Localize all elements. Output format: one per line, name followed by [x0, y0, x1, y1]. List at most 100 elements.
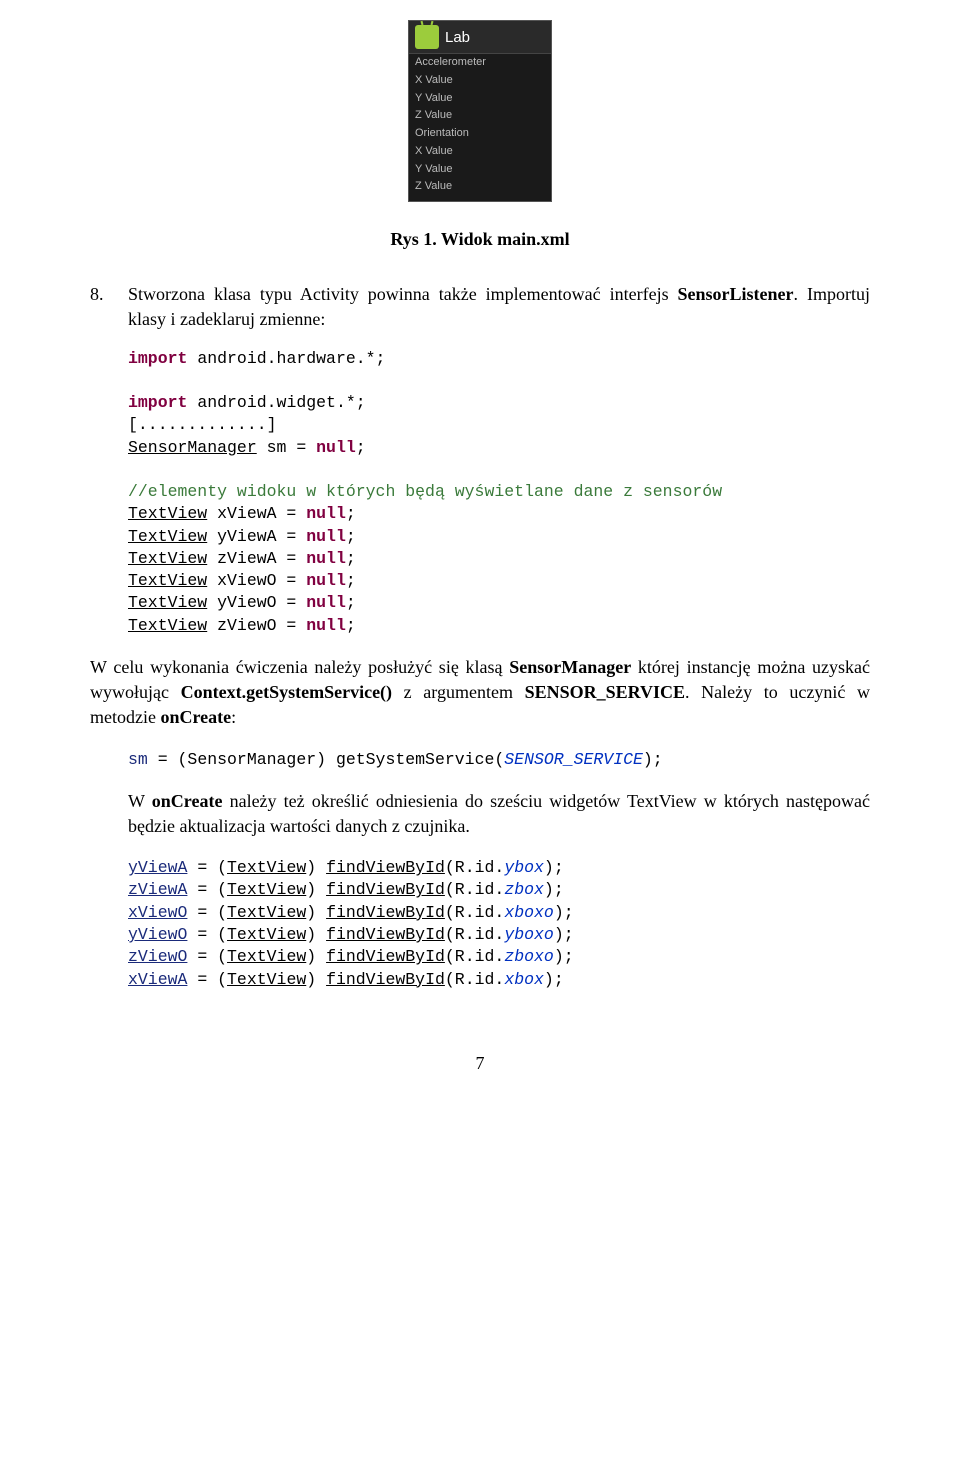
- keyword: null: [306, 504, 346, 523]
- sensor-label: X Value: [409, 143, 551, 161]
- code-text: (R.id.: [445, 925, 504, 944]
- constant-name: SENSOR_SERVICE: [525, 682, 685, 702]
- list-item-8: 8. Stworzona klasa typu Activity powinna…: [90, 282, 870, 332]
- code-block-imports: import android.hardware.*; import androi…: [128, 348, 870, 637]
- code-text: );: [544, 880, 564, 899]
- variable: yViewA: [128, 858, 187, 877]
- code-text: ): [306, 858, 326, 877]
- constant: xboxo: [504, 903, 554, 922]
- code-text: ;: [346, 527, 356, 546]
- code-text: = (: [187, 925, 227, 944]
- phone-titlebar: Lab: [409, 21, 551, 54]
- sensor-label: X Value: [409, 72, 551, 90]
- code-text: zViewO =: [207, 616, 306, 635]
- android-icon: [415, 25, 439, 49]
- sensor-label: Y Value: [409, 90, 551, 108]
- sensor-label: Z Value: [409, 107, 551, 125]
- code-text: ): [306, 925, 326, 944]
- code-text: );: [544, 970, 564, 989]
- type-name: TextView: [128, 527, 207, 546]
- sensor-label: Y Value: [409, 161, 551, 179]
- code-text: );: [544, 858, 564, 877]
- code-text: zViewA =: [207, 549, 306, 568]
- code-text: ): [306, 880, 326, 899]
- code-text: = (: [187, 880, 227, 899]
- code-text: );: [643, 750, 663, 769]
- keyword: null: [306, 549, 346, 568]
- constant: zboxo: [504, 947, 554, 966]
- code-text: android.widget.*;: [187, 393, 365, 412]
- code-text: [.............]: [128, 415, 277, 434]
- method-call: findViewById: [326, 947, 445, 966]
- type-name: SensorManager: [128, 438, 257, 457]
- code-text: (R.id.: [445, 903, 504, 922]
- sensor-label: Accelerometer: [409, 54, 551, 72]
- variable: xViewO: [128, 903, 187, 922]
- variable: zViewO: [128, 947, 187, 966]
- code-text: ;: [346, 504, 356, 523]
- body-text: należy też określić odniesienia do sześc…: [128, 791, 870, 836]
- type-name: TextView: [227, 970, 306, 989]
- method-name: Context.getSystemService(): [181, 682, 392, 702]
- code-text: = (: [187, 903, 227, 922]
- method-call: findViewById: [326, 858, 445, 877]
- keyword: import: [128, 349, 187, 368]
- code-text: yViewO =: [207, 593, 306, 612]
- keyword: import: [128, 393, 187, 412]
- class-name: SensorManager: [509, 657, 631, 677]
- figure-caption: Rys 1. Widok main.xml: [90, 227, 870, 252]
- sensor-label: Orientation: [409, 125, 551, 143]
- code-text: ;: [346, 571, 356, 590]
- constant: zbox: [504, 880, 544, 899]
- app-title: Lab: [445, 27, 470, 48]
- comment: //elementy widoku w których będą wyświet…: [128, 482, 722, 501]
- code-text: = (: [187, 970, 227, 989]
- code-text: = (: [187, 947, 227, 966]
- type-name: TextView: [227, 903, 306, 922]
- code-text: ;: [346, 616, 356, 635]
- item-number: 8.: [90, 282, 128, 332]
- code-text: ): [306, 947, 326, 966]
- code-text: ): [306, 970, 326, 989]
- code-text: ): [306, 903, 326, 922]
- keyword: null: [306, 571, 346, 590]
- phone-frame: Lab Accelerometer X Value Y Value Z Valu…: [408, 20, 552, 202]
- method-name: onCreate: [160, 707, 231, 727]
- type-name: TextView: [227, 880, 306, 899]
- code-text: = (: [187, 858, 227, 877]
- code-text: = (SensorManager) getSystemService(: [148, 750, 504, 769]
- paragraph: W onCreate należy też określić odniesien…: [128, 789, 870, 839]
- code-text: xViewA =: [207, 504, 306, 523]
- body-text: W: [128, 791, 152, 811]
- type-name: TextView: [227, 925, 306, 944]
- code-block-sm: sm = (SensorManager) getSystemService(SE…: [128, 749, 870, 771]
- class-name: SensorListener: [678, 284, 794, 304]
- keyword: null: [306, 616, 346, 635]
- code-text: android.hardware.*;: [187, 349, 385, 368]
- code-text: ;: [346, 593, 356, 612]
- code-text: (R.id.: [445, 880, 504, 899]
- code-text: sm =: [257, 438, 316, 457]
- keyword: null: [306, 593, 346, 612]
- android-screenshot: Lab Accelerometer X Value Y Value Z Valu…: [90, 20, 870, 202]
- code-text: (R.id.: [445, 947, 504, 966]
- method-call: findViewById: [326, 970, 445, 989]
- type-name: TextView: [128, 571, 207, 590]
- code-text: (R.id.: [445, 858, 504, 877]
- body-text: z argumentem: [392, 682, 525, 702]
- code-text: ;: [346, 549, 356, 568]
- type-name: TextView: [227, 858, 306, 877]
- sensor-label: Z Value: [409, 178, 551, 196]
- constant: SENSOR_SERVICE: [504, 750, 643, 769]
- code-block-findview: yViewA = (TextView) findViewById(R.id.yb…: [128, 857, 870, 991]
- method-call: findViewById: [326, 925, 445, 944]
- method-name: onCreate: [152, 791, 223, 811]
- code-text: );: [554, 903, 574, 922]
- keyword: null: [316, 438, 356, 457]
- keyword: null: [306, 527, 346, 546]
- code-text: ;: [356, 438, 366, 457]
- type-name: TextView: [128, 593, 207, 612]
- variable: sm: [128, 750, 148, 769]
- type-name: TextView: [128, 549, 207, 568]
- code-text: );: [554, 925, 574, 944]
